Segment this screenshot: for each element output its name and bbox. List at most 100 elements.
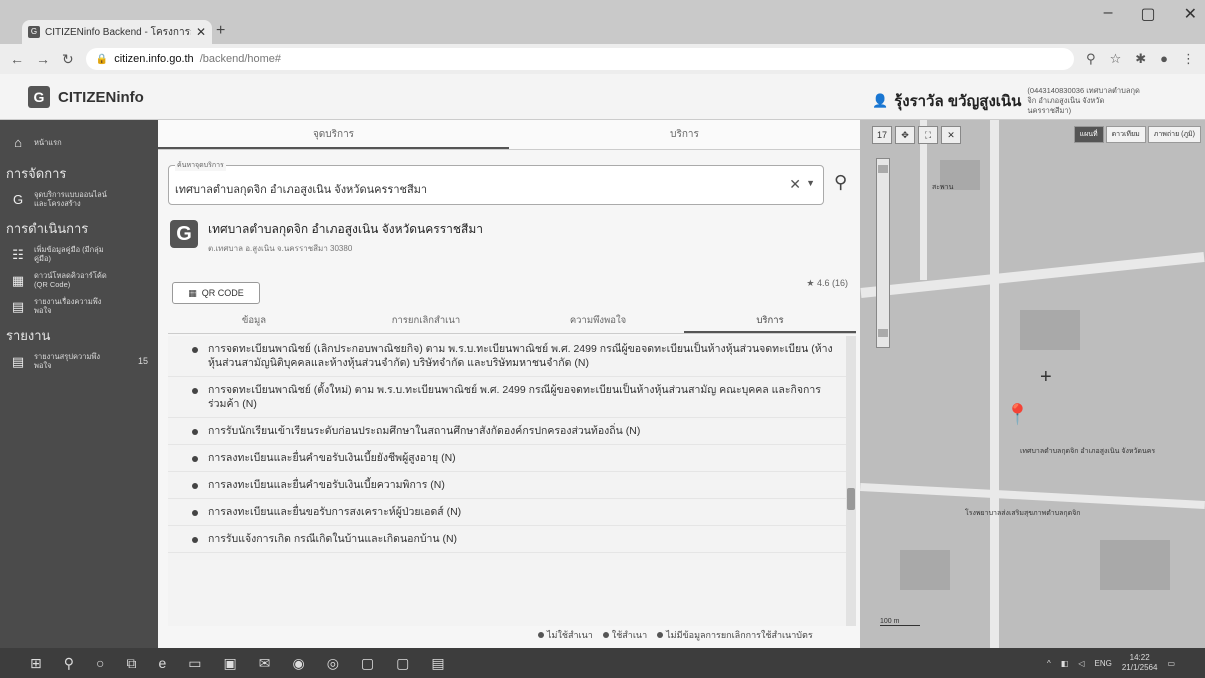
- map-type-satellite[interactable]: ดาวเทียม: [1105, 126, 1146, 143]
- star-icon: ★: [806, 278, 815, 288]
- chrome-icon[interactable]: ◉: [292, 655, 304, 672]
- maximize-icon[interactable]: ▢: [1140, 4, 1155, 24]
- extension-icon[interactable]: ✱: [1135, 51, 1146, 67]
- tab-satisfaction[interactable]: ความพึงพอใจ: [512, 308, 684, 333]
- close-window-icon[interactable]: ✕: [1184, 4, 1197, 24]
- address-bar[interactable]: 🔒 citizen.info.go.th/backend/home#: [85, 48, 1075, 70]
- pan-icon[interactable]: ✥: [895, 126, 915, 144]
- volume-icon[interactable]: ◁: [1078, 659, 1084, 668]
- cortana-icon[interactable]: ○: [96, 655, 104, 671]
- notification-icon[interactable]: ▭: [1167, 659, 1175, 668]
- close-map-icon[interactable]: ✕: [941, 126, 961, 144]
- app-icon[interactable]: ◎: [327, 655, 339, 672]
- scroll-thumb[interactable]: [847, 488, 855, 510]
- zoom-in-icon[interactable]: [878, 165, 888, 173]
- crosshair-icon: +: [1040, 366, 1052, 388]
- org-name: เทศบาลตำบลกุดจิก อำเภอสูงเนิน จังหวัดนคร…: [208, 222, 484, 236]
- sidebar-item-home[interactable]: ⌂ หน้าแรก: [0, 120, 158, 157]
- tab-service-points[interactable]: จุดบริการ: [158, 120, 509, 149]
- service-name: การรับนักเรียนเข้าเรียนระดับก่อนประถมศึก…: [208, 425, 641, 437]
- search-legend: ค้นหาจุดบริการ: [175, 160, 226, 171]
- search-icon[interactable]: ⚲: [64, 655, 74, 672]
- g-icon: G: [12, 191, 24, 207]
- edge-icon[interactable]: e: [158, 655, 166, 671]
- chat-icon[interactable]: ▢: [396, 655, 409, 672]
- bullet-icon: [192, 456, 198, 462]
- sub-tabs: ข้อมูล การยกเลิกสำเนา ความพึงพอใจ บริการ: [168, 308, 856, 334]
- video-icon[interactable]: ▢: [361, 655, 374, 672]
- map-type-map[interactable]: แผนที่: [1073, 126, 1104, 143]
- tab-service-list[interactable]: บริการ: [684, 308, 856, 333]
- clear-icon[interactable]: ✕: [789, 176, 801, 193]
- back-icon[interactable]: ←: [10, 51, 24, 67]
- task-view-icon[interactable]: ⧉: [126, 655, 136, 672]
- clock-time: 14:22: [1129, 653, 1150, 662]
- reload-icon[interactable]: ↻: [62, 51, 74, 68]
- menu-icon[interactable]: ⋮: [1182, 51, 1195, 67]
- service-name: การลงทะเบียนและยื่นคำขอรับเงินเบี้ยยังชี…: [208, 452, 456, 464]
- map-road: [860, 251, 1205, 299]
- network-icon[interactable]: ◧: [1061, 659, 1069, 668]
- store-icon[interactable]: ▣: [224, 655, 237, 672]
- sidebar-label: หน้าแรก: [34, 138, 62, 147]
- close-tab-icon[interactable]: ✕: [196, 25, 206, 39]
- list-item[interactable]: การจดทะเบียนพาณิชย์ (เลิกประกอบพาณิชยกิจ…: [168, 336, 846, 377]
- tab-copy-cancel[interactable]: การยกเลิกสำเนา: [340, 308, 512, 333]
- user-info[interactable]: 👤 รุ้งราวัล ขวัญสูงเนิน (0443140830036 เ…: [872, 86, 1147, 116]
- zoom-out-icon[interactable]: [878, 329, 888, 337]
- clock[interactable]: 14:22 21/1/2564: [1122, 653, 1158, 673]
- forward-icon[interactable]: →: [36, 51, 50, 67]
- location-icon[interactable]: ⚲: [1086, 51, 1096, 67]
- service-point-search[interactable]: ค้นหาจุดบริการ เทศบาลตำบลกุดจิก อำเภอสูง…: [168, 160, 824, 205]
- search-icon[interactable]: ⚲: [834, 172, 847, 193]
- sidebar-item-service-points[interactable]: G จุดบริการแบบออนไลน์และโครงสร้าง: [0, 186, 158, 212]
- tab-services[interactable]: บริการ: [509, 120, 860, 149]
- legend-use-copy: ใช้สำเนา: [602, 628, 647, 642]
- sidebar-item-satisfaction[interactable]: ▤ รายงานเรื่องความพึงพอใจ: [0, 293, 158, 319]
- zoom-slider[interactable]: [876, 158, 890, 348]
- tab-info[interactable]: ข้อมูล: [168, 308, 340, 333]
- list-item[interactable]: การลงทะเบียนและยื่นคำขอรับเงินเบี้ยความพ…: [168, 472, 846, 499]
- lock-icon: 🔒: [95, 53, 109, 65]
- copy-legend: ไม่ใช้สำเนา ใช้สำเนา ไม่มีข้อมูลการยกเลิ…: [538, 628, 813, 642]
- list-item[interactable]: การลงทะเบียนและยื่นคำขอรับเงินเบี้ยยังชี…: [168, 445, 846, 472]
- sidebar-item-report-summary[interactable]: ▤ รายงานสรุปความพึงพอใจ 15: [0, 348, 158, 374]
- mail-icon[interactable]: ✉: [259, 655, 271, 672]
- list-scrollbar[interactable]: [846, 336, 856, 626]
- dropdown-icon[interactable]: ▼: [806, 178, 815, 188]
- star-icon[interactable]: ☆: [1110, 51, 1122, 67]
- document-icon: ▤: [11, 298, 25, 314]
- fullscreen-icon[interactable]: ⛶: [918, 126, 938, 144]
- map-type-terrain[interactable]: ภาพถ่าย (ภูมิ): [1147, 126, 1201, 143]
- home-icon: ⌂: [14, 135, 22, 150]
- qr-label: QR CODE: [201, 288, 244, 298]
- list-item[interactable]: การรับนักเรียนเข้าเรียนระดับก่อนประถมศึก…: [168, 418, 846, 445]
- location-pin-icon[interactable]: 📍: [1005, 402, 1030, 427]
- list-item[interactable]: การลงทะเบียนและยื่นขอรับการสงเคราะห์ผู้ป…: [168, 499, 846, 526]
- sidebar-item-qr-download[interactable]: ▦ ดาวน์โหลดคิวอาร์โค้ด (QR Code): [0, 267, 158, 293]
- start-icon[interactable]: ⊞: [30, 655, 42, 672]
- logo-icon: G: [28, 86, 50, 108]
- new-tab-button[interactable]: +: [216, 22, 225, 40]
- list-item[interactable]: การรับแจ้งการเกิด กรณีเกิดในบ้านและเกิดน…: [168, 526, 846, 553]
- qr-code-button[interactable]: ▦ QR CODE: [172, 282, 260, 304]
- map-panel[interactable]: 17 ✥ ⛶ ✕ แผนที่ ดาวเทียม ภาพถ่าย (ภูมิ) …: [860, 120, 1205, 648]
- list-item[interactable]: การจดทะเบียนพาณิชย์ (ตั้งใหม่) ตาม พ.ร.บ…: [168, 377, 846, 418]
- favicon-icon: G: [28, 26, 40, 38]
- bullet-icon: [192, 510, 198, 516]
- app-logo[interactable]: G CITIZENinfo: [28, 86, 144, 108]
- language-indicator[interactable]: ENG: [1095, 659, 1112, 668]
- rating: ★ 4.6 (16): [806, 278, 848, 289]
- minimize-icon[interactable]: –: [1104, 4, 1113, 24]
- chevron-up-icon[interactable]: ^: [1047, 659, 1051, 668]
- zoom-display[interactable]: 17: [872, 126, 892, 144]
- search-value: เทศบาลตำบลกุดจิก อำเภอสูงเนิน จังหวัดนคร…: [175, 184, 428, 196]
- folder-icon[interactable]: ▭: [188, 655, 201, 672]
- excel-icon[interactable]: ▤: [431, 655, 444, 672]
- sidebar-label: จุดบริการแบบออนไลน์และโครงสร้าง: [34, 190, 107, 208]
- sidebar-item-add-manual[interactable]: ☷ เพิ่มข้อมูลคู่มือ (มีกลุ่มคู่มือ): [0, 241, 158, 267]
- map-road: [990, 120, 999, 648]
- profile-icon[interactable]: ●: [1160, 51, 1168, 67]
- address-row: ← → ↻ 🔒 citizen.info.go.th/backend/home#…: [0, 44, 1205, 74]
- browser-tab[interactable]: G CITIZENinfo Backend - โครงการกา ✕: [22, 20, 212, 44]
